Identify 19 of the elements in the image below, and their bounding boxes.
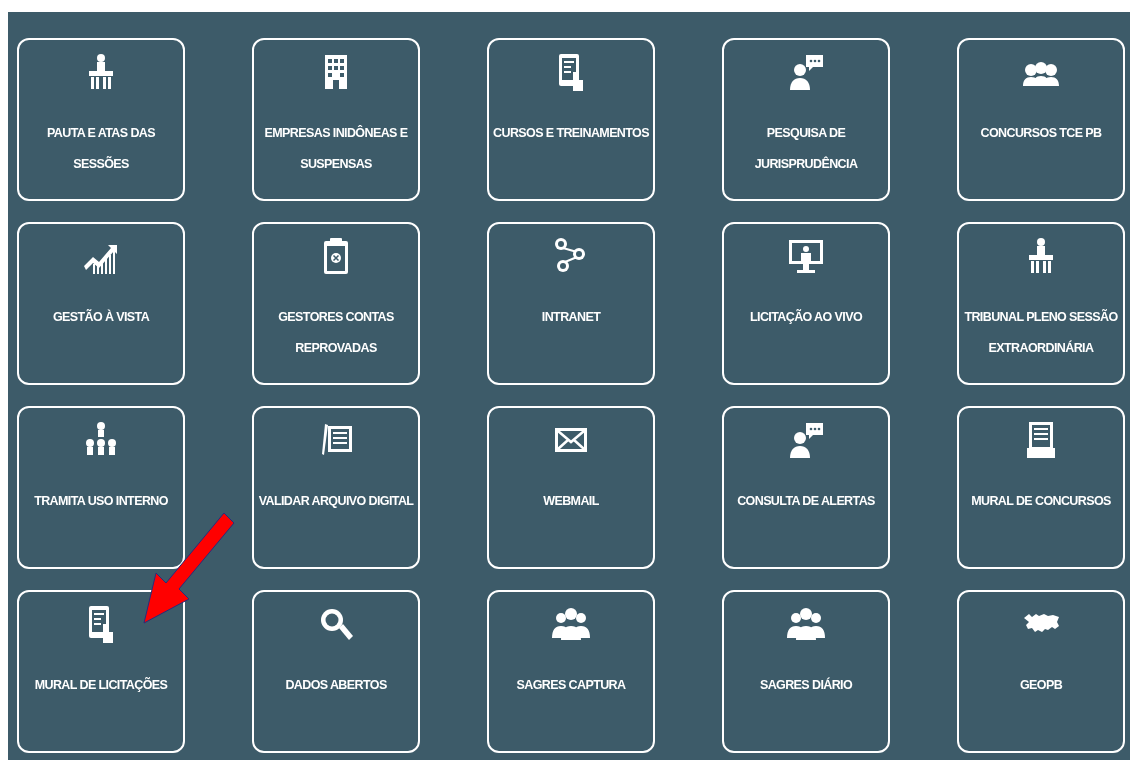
menu-tile[interactable]: LICITAÇÃO AO VIVO [722,222,890,385]
menu-tile[interactable]: VALIDAR ARQUIVO DIGITAL [252,406,420,569]
menu-tile[interactable]: SAGRES CAPTURA [487,590,655,753]
menu-tile[interactable]: EMPRESAS INIDÔNEAS E SUSPENSAS [252,38,420,201]
menu-tile[interactable]: WEBMAIL [487,406,655,569]
menu-tile[interactable]: INTRANET [487,222,655,385]
menu-tile[interactable]: CURSOS E TREINAMENTOS [487,38,655,201]
menu-tile[interactable]: TRIBUNAL PLENO SESSÃO EXTRAORDINÁRIA [957,222,1125,385]
menu-tile[interactable]: SAGRES DIÁRIO [722,590,890,753]
menu-tile[interactable]: MURAL DE CONCURSOS [957,406,1125,569]
menu-tile[interactable]: CONSULTA DE ALERTAS [722,406,890,569]
menu-tile[interactable]: TRAMITA USO INTERNO [17,406,185,569]
menu-tile[interactable]: GESTORES CONTAS REPROVADAS [252,222,420,385]
menu-tile[interactable]: PAUTA E ATAS DAS SESSÕES [17,38,185,201]
menu-tile[interactable]: GEOPB [957,590,1125,753]
menu-tile[interactable]: DADOS ABERTOS [252,590,420,753]
menu-tile[interactable]: GESTÃO À VISTA [17,222,185,385]
menu-tile[interactable]: PESQUISA DE JURISPRUDÊNCIA [722,38,890,201]
menu-tile[interactable]: CONCURSOS TCE PB [957,38,1125,201]
